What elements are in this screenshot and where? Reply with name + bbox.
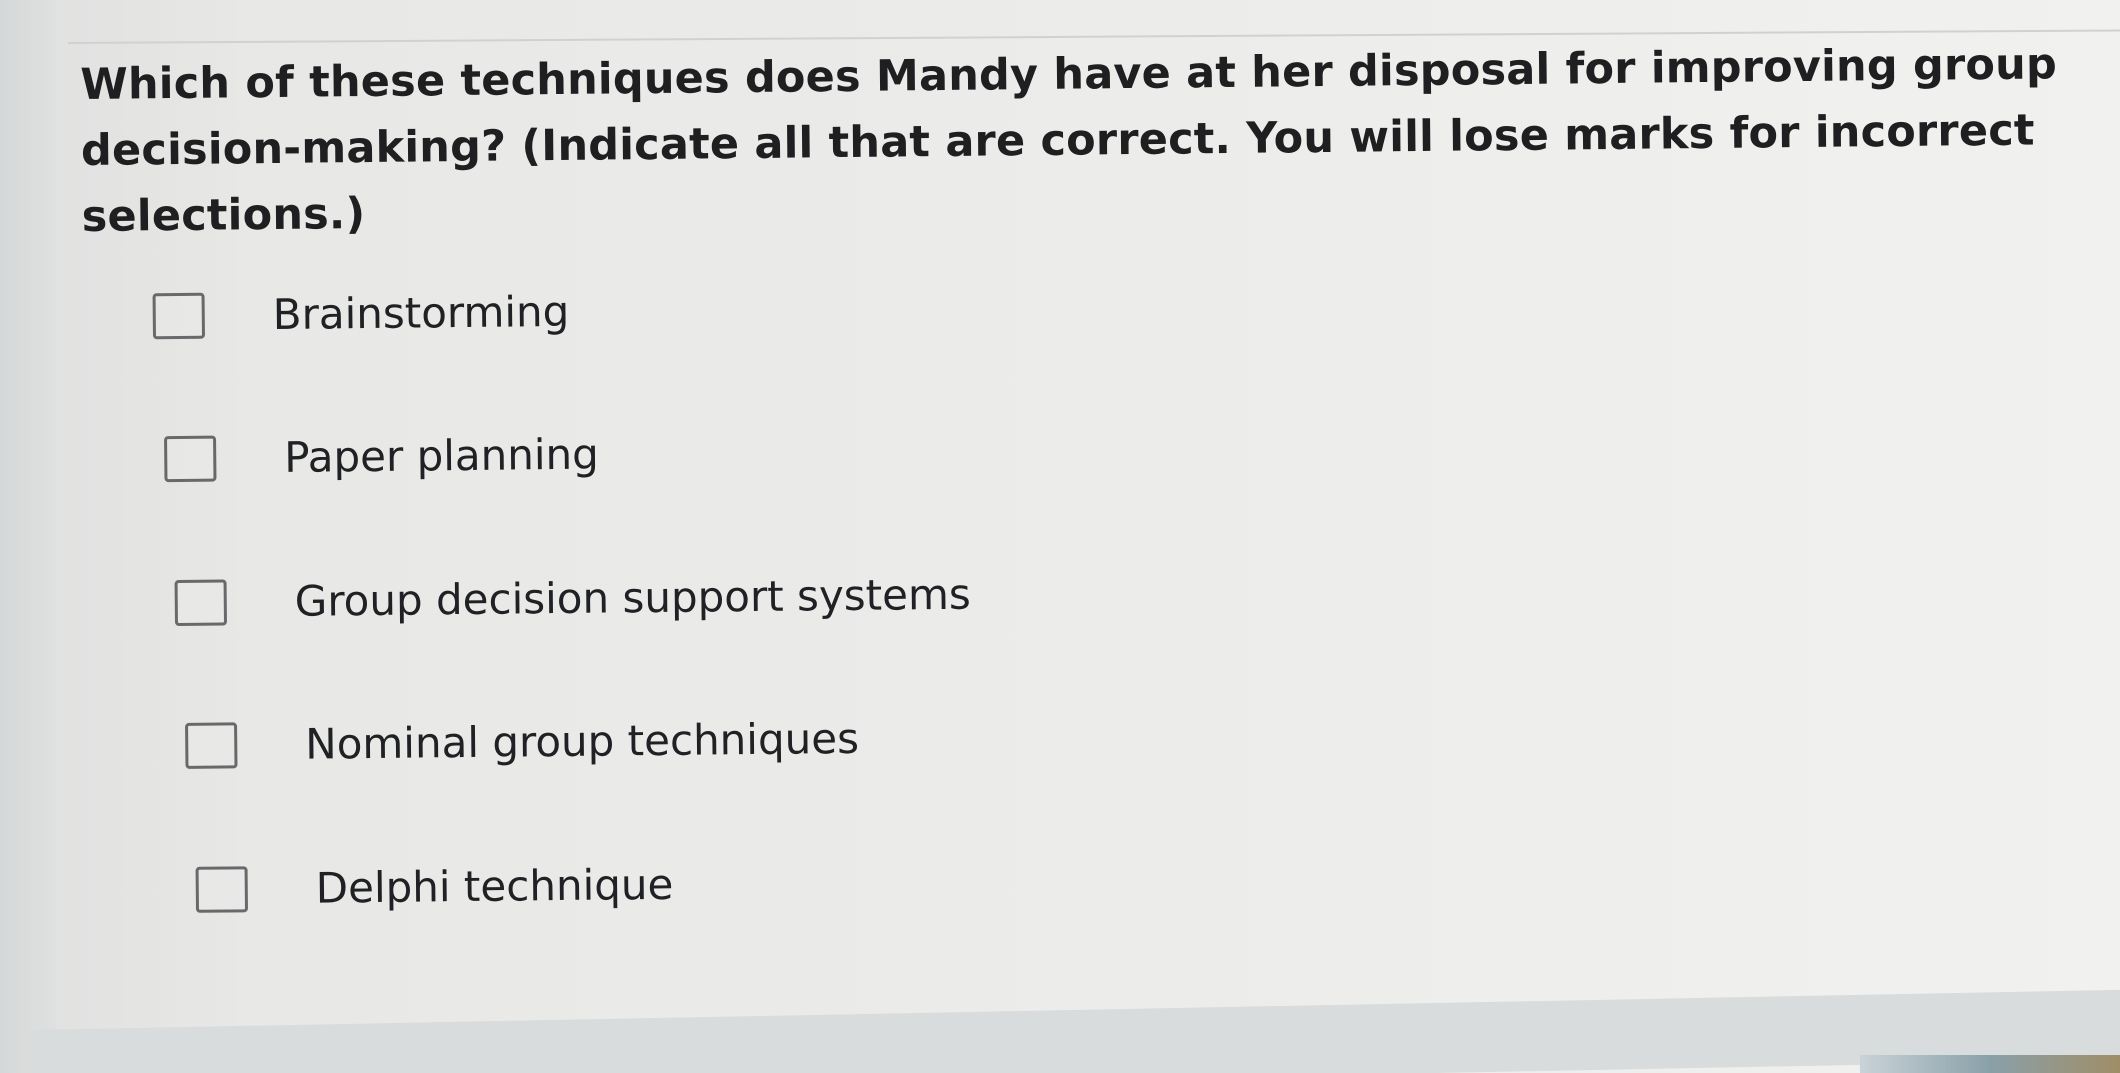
option-brainstorming[interactable]: Brainstorming <box>152 277 570 351</box>
checkbox-empty-icon[interactable] <box>152 292 206 340</box>
screen-bottom-edge <box>30 989 2120 1073</box>
option-label: Delphi technique <box>315 859 674 913</box>
question-text: Which of these techniques does Mandy hav… <box>80 39 2058 242</box>
checkbox-empty-icon[interactable] <box>185 722 238 769</box>
taskbar-edge <box>1860 1055 2120 1073</box>
question-card: Which of these techniques does Mandy hav… <box>80 31 2069 952</box>
checkbox-empty-icon[interactable] <box>174 579 228 627</box>
checkbox-empty-icon[interactable] <box>195 866 249 913</box>
checkbox-empty-icon[interactable] <box>164 435 217 483</box>
option-label: Brainstorming <box>272 286 570 339</box>
screen: Which of these techniques does Mandy hav… <box>0 0 2120 1073</box>
option-label: Nominal group techniques <box>305 713 860 769</box>
option-group-decision-support-systems[interactable]: Group decision support systems <box>174 560 971 638</box>
option-label: Paper planning <box>283 429 600 482</box>
option-delphi-technique[interactable]: Delphi technique <box>195 850 674 925</box>
option-label: Group decision support systems <box>294 569 972 626</box>
option-paper-planning[interactable]: Paper planning <box>164 420 599 495</box>
option-nominal-group-techniques[interactable]: Nominal group techniques <box>185 704 859 781</box>
screen-edge-left <box>0 0 56 1073</box>
